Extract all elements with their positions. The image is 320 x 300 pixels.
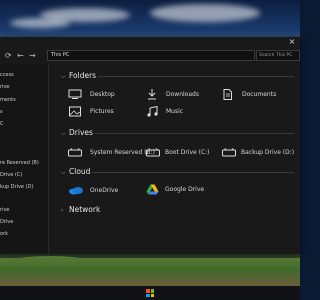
sidebar-item[interactable]: ork	[0, 231, 8, 237]
forward-arrow-icon[interactable]: →	[29, 49, 36, 62]
drive-boot[interactable]: Boot Drive (C:)	[146, 147, 221, 159]
folder-downloads[interactable]: Downloads	[147, 89, 217, 101]
address-bar: ⟳ ← → This PC Search This PC	[0, 49, 300, 62]
onedrive-icon	[69, 187, 83, 195]
file-explorer-window: × ⟳ ← → This PC Search This PC ccess riv…	[0, 37, 300, 254]
divider	[92, 172, 294, 173]
chevron-down-icon: ⌵	[61, 169, 66, 176]
desktop-icon	[68, 89, 82, 99]
search-input[interactable]: Search This PC	[256, 50, 300, 61]
sidebar-item[interactable]: re Reserved (B)	[0, 160, 39, 166]
cloud-onedrive[interactable]: OneDrive	[68, 185, 128, 197]
divider	[95, 133, 294, 134]
section-folders-header[interactable]: ⌵ Folders	[61, 71, 96, 81]
download-icon	[148, 89, 156, 100]
refresh-icon[interactable]: ⟳	[5, 49, 12, 62]
taskbar	[0, 286, 300, 300]
back-arrow-icon[interactable]: ←	[17, 49, 24, 62]
section-network-header[interactable]: › Network	[61, 205, 100, 214]
address-input[interactable]: This PC	[47, 50, 255, 61]
music-icon	[147, 106, 158, 117]
content-pane: ⌵ Folders Desktop Downloads Documents Pi…	[50, 64, 300, 254]
drive-system-reserved[interactable]: System Reserved (B:)	[68, 147, 155, 159]
sidebar-item[interactable]: s	[0, 109, 3, 115]
close-button[interactable]: ×	[284, 37, 300, 47]
section-cloud-header[interactable]: ⌵ Cloud	[61, 167, 90, 177]
sidebar-item[interactable]: ccess	[0, 72, 14, 78]
picture-icon	[69, 106, 81, 117]
drive-icon	[222, 148, 236, 157]
divider	[98, 76, 294, 77]
sidebar-item[interactable]: Drive (C)	[0, 172, 22, 178]
document-icon	[223, 89, 232, 100]
folder-desktop[interactable]: Desktop	[68, 89, 138, 101]
folder-music[interactable]: Music	[147, 106, 207, 118]
sidebar-item[interactable]: rive	[0, 207, 9, 213]
cloud-google-drive[interactable]: Google Drive	[146, 184, 216, 196]
windows-start-icon[interactable]	[146, 289, 154, 297]
navigation-pane: ccess rive ments s C re Reserved (B) Dri…	[0, 64, 49, 254]
folder-pictures[interactable]: Pictures	[68, 106, 138, 118]
sidebar-item[interactable]: rive	[0, 84, 9, 90]
sidebar-item[interactable]: ments	[0, 97, 16, 103]
sidebar-item[interactable]: kup Drive (D)	[0, 184, 33, 190]
drive-backup[interactable]: Backup Drive (D:)	[222, 147, 297, 159]
chevron-right-icon: ›	[61, 207, 64, 214]
folder-documents[interactable]: Documents	[223, 89, 293, 101]
sidebar-item[interactable]: Drive	[0, 219, 13, 225]
chevron-down-icon: ⌵	[61, 73, 66, 80]
drive-icon	[146, 148, 160, 157]
drive-icon	[68, 148, 82, 157]
section-drives-header[interactable]: ⌵ Drives	[61, 128, 93, 138]
sidebar-item[interactable]: C	[0, 121, 4, 127]
google-drive-icon	[146, 184, 159, 195]
chevron-down-icon: ⌵	[61, 130, 66, 137]
